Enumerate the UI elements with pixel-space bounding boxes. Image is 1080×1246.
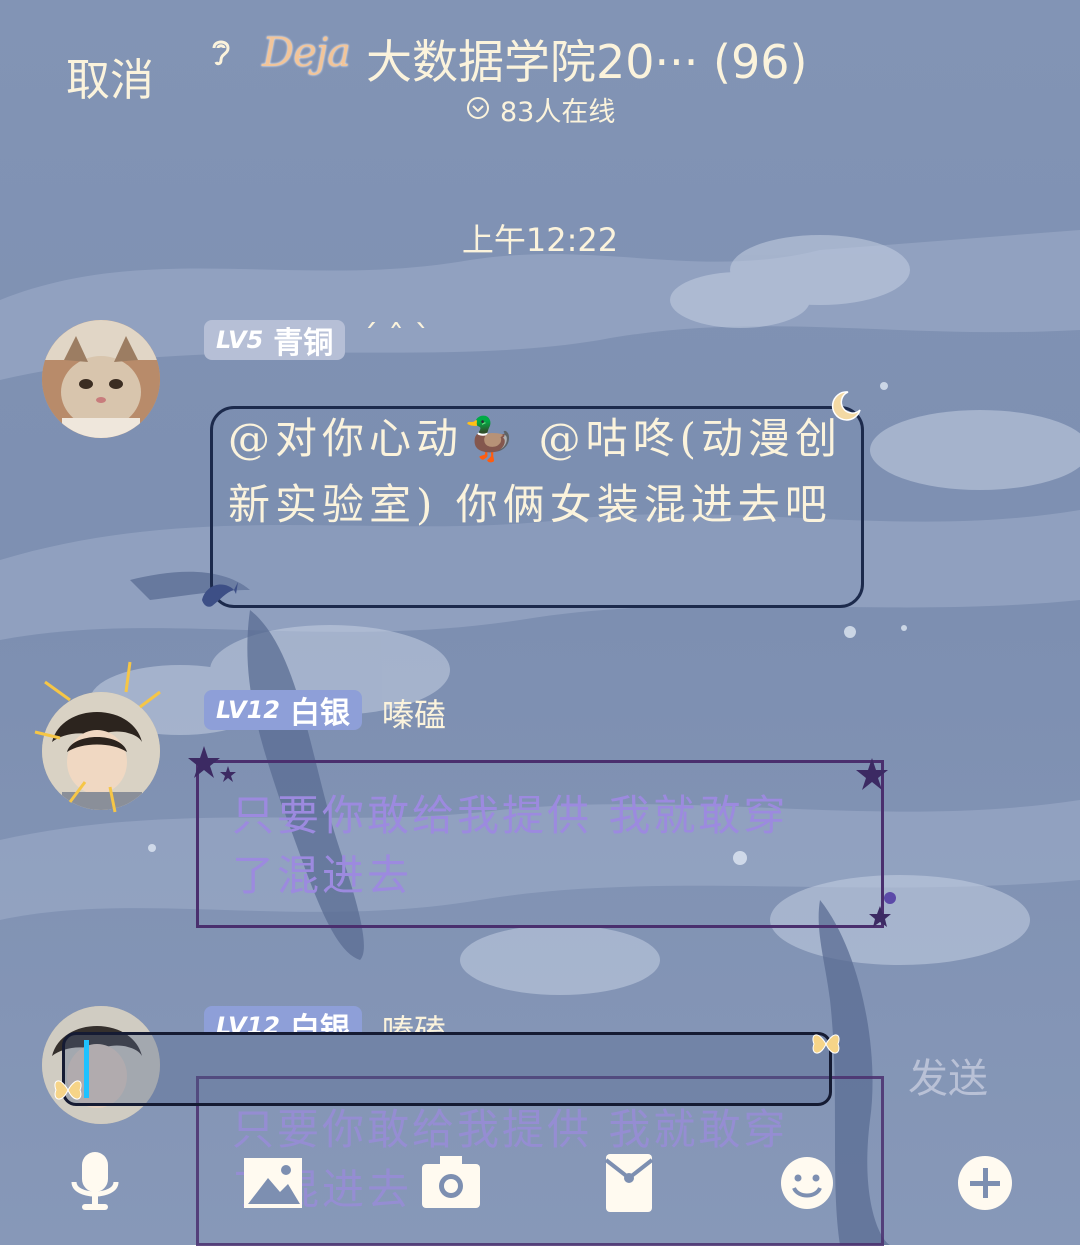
chevron-down-icon[interactable]: [466, 96, 490, 120]
message-timestamp: 上午12:22: [461, 221, 619, 259]
message-input[interactable]: [62, 1032, 832, 1106]
camera-icon[interactable]: [416, 1148, 486, 1218]
group-title[interactable]: 大数据学院20··· (96): [366, 26, 807, 92]
message-text: 只要你敢给我提供 我就敢穿了混进去: [232, 791, 789, 900]
plus-icon[interactable]: [950, 1148, 1020, 1218]
avatar[interactable]: [42, 320, 160, 438]
partial-message-header: LV12 白银 嗪磕: [204, 1002, 884, 1032]
deja-logo: Deja: [262, 30, 351, 76]
sender-name[interactable]: ˊ ˆ ˋ: [362, 318, 430, 356]
image-icon[interactable]: [238, 1148, 308, 1218]
star-icon: [869, 892, 896, 927]
rank-label: 白银: [289, 696, 350, 731]
red-packet-icon[interactable]: [594, 1148, 664, 1218]
star-icon: [188, 746, 236, 782]
butterfly-icon: [812, 1034, 840, 1054]
sender-name[interactable]: 嗪磕: [382, 1006, 446, 1032]
cancel-button[interactable]: 取消: [66, 44, 154, 108]
ear-icon: [208, 36, 234, 76]
whale-sticker-icon: [202, 582, 238, 607]
online-count[interactable]: 83人在线: [500, 90, 615, 129]
level-label: LV12: [216, 696, 280, 724]
star-icon: [856, 758, 888, 790]
message-text: @对你心动🦆 @咕咚(动漫创新实验室) 你俩女装混进去吧: [228, 414, 843, 529]
butterfly-icon: [54, 1080, 82, 1100]
message-text: 只要你敢给我提供 我就敢穿了混进去: [232, 1105, 789, 1214]
microphone-icon[interactable]: [60, 1148, 130, 1218]
cat-avatar-icon: [42, 320, 160, 438]
emoji-icon[interactable]: [772, 1148, 842, 1218]
moon-icon: [831, 391, 861, 421]
level-label: LV5: [216, 326, 264, 354]
level-badge: LV12 白银: [204, 1006, 362, 1032]
level-badge: LV12 白银: [204, 690, 362, 731]
level-badge: LV5 青铜: [204, 320, 346, 361]
sender-name[interactable]: 嗪磕: [382, 690, 446, 736]
rank-label: 白银: [289, 1012, 350, 1032]
rank-label: 青铜: [273, 326, 334, 361]
send-button[interactable]: 发送: [908, 1046, 988, 1104]
avatar-sparkle-frame-icon: [34, 661, 161, 813]
level-label: LV12: [216, 1012, 280, 1032]
